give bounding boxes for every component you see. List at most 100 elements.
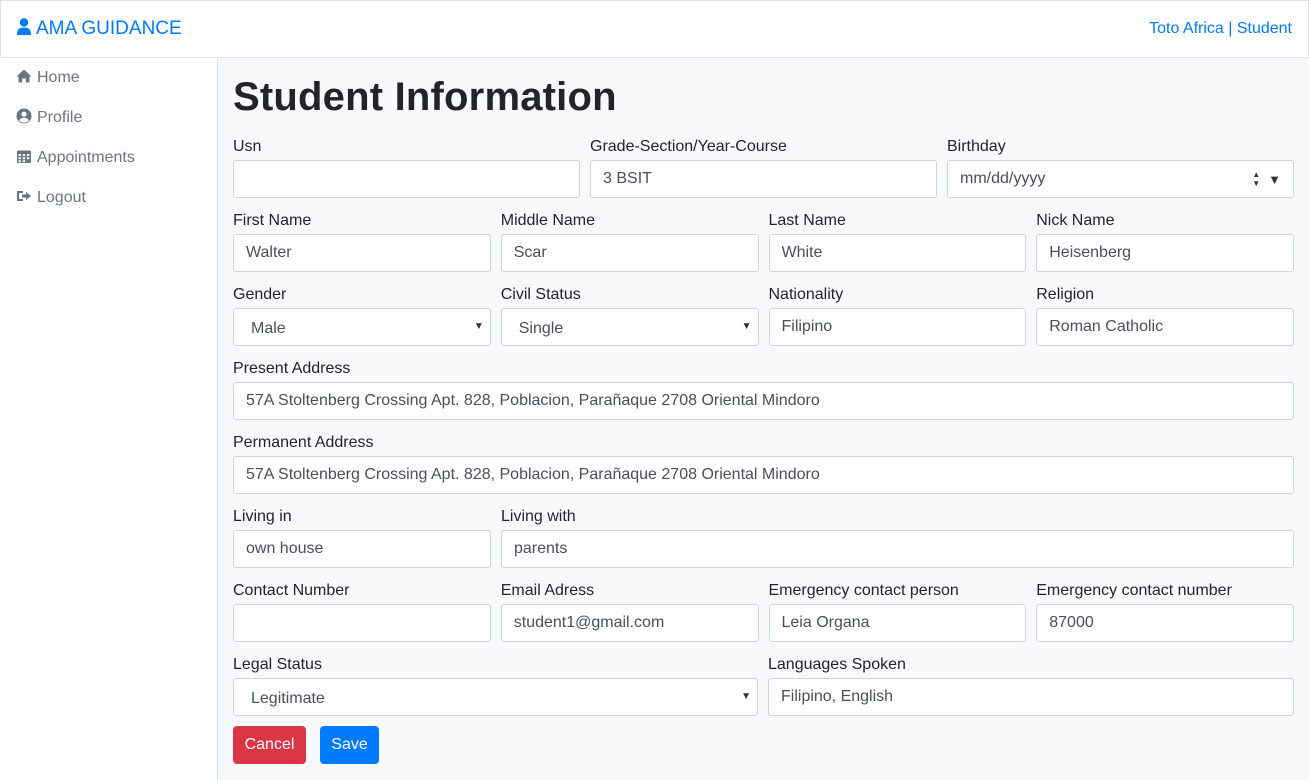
birthday-group: Birthday mm/dd/yyyy ▲ ▼ ▼ <box>947 134 1294 198</box>
middle-name-label: Middle Name <box>500 212 596 229</box>
nick-name-input[interactable] <box>1036 234 1294 272</box>
top-navbar: AMA GUIDANCE Toto Africa | Student <box>0 0 1309 58</box>
chevron-down-icon: ▼ <box>741 321 752 332</box>
email-label: Email Adress <box>500 582 595 599</box>
birthday-date-input[interactable]: mm/dd/yyyy ▲ ▼ ▼ <box>947 160 1294 198</box>
present-address-label: Present Address <box>233 360 351 377</box>
nationality-group: Nationality <box>768 282 1027 346</box>
brand-label: AMA GUIDANCE <box>36 18 182 39</box>
nationality-label: Nationality <box>768 286 844 303</box>
page-title: Student Information <box>233 75 617 119</box>
sidebar-item-home[interactable]: Home <box>0 58 217 98</box>
email-group: Email Adress <box>500 578 759 642</box>
legal-status-label: Legal Status <box>233 656 322 673</box>
date-controls: ▲ ▼ ▼ <box>1252 170 1281 188</box>
nationality-input[interactable] <box>768 308 1027 346</box>
emergency-number-input[interactable] <box>1036 604 1294 642</box>
chevron-down-icon[interactable]: ▼ <box>1268 172 1281 187</box>
form-row: Permanent Address <box>233 430 1294 494</box>
chevron-down-icon: ▼ <box>741 691 751 702</box>
first-name-input[interactable] <box>233 234 491 272</box>
main-content: Student Information Usn Grade-Section/Ye… <box>218 58 1309 780</box>
civil-status-value: Single <box>518 320 564 337</box>
save-button[interactable]: Save <box>320 726 379 764</box>
chevron-down-icon: ▼ <box>473 321 484 332</box>
sidebar: Home Profile Appointments Logout <box>0 58 218 780</box>
living-with-input[interactable] <box>501 530 1294 568</box>
last-name-group: Last Name <box>768 208 1027 272</box>
home-icon <box>16 68 37 89</box>
usn-group: Usn <box>233 134 580 198</box>
grade-label: Grade-Section/Year-Course <box>590 138 787 155</box>
religion-label: Religion <box>1036 286 1095 303</box>
sidebar-item-appointments[interactable]: Appointments <box>0 138 217 178</box>
sidebar-item-label: Appointments <box>37 149 135 166</box>
permanent-address-label: Permanent Address <box>233 434 374 451</box>
emergency-person-input[interactable] <box>768 604 1027 642</box>
first-name-group: First Name <box>233 208 491 272</box>
last-name-input[interactable] <box>768 234 1027 272</box>
last-name-label: Last Name <box>768 212 846 229</box>
form-row: Present Address <box>233 356 1294 420</box>
form-row: First Name Middle Name Last Name Nick Na… <box>233 208 1294 272</box>
form-row: Living in Living with <box>233 504 1294 568</box>
middle-name-group: Middle Name <box>500 208 759 272</box>
form-row: Legal Status Legitimate ▼ Languages Spok… <box>233 652 1294 716</box>
civil-status-group: Civil Status Single ▼ <box>500 282 759 346</box>
emergency-number-group: Emergency contact number <box>1036 578 1294 642</box>
present-address-input[interactable] <box>233 382 1294 420</box>
living-with-label: Living with <box>501 508 576 525</box>
contact-number-input[interactable] <box>233 604 491 642</box>
usn-label: Usn <box>233 138 262 155</box>
date-spinner-icon[interactable]: ▲ ▼ <box>1252 170 1260 188</box>
legal-status-select[interactable]: Legitimate ▼ <box>233 678 758 716</box>
calendar-icon <box>16 148 37 169</box>
user-icon <box>17 17 36 41</box>
contact-number-group: Contact Number <box>233 578 491 642</box>
civil-status-label: Civil Status <box>500 286 581 303</box>
civil-status-select[interactable]: Single ▼ <box>500 308 759 346</box>
middle-name-input[interactable] <box>500 234 759 272</box>
religion-group: Religion <box>1036 282 1294 346</box>
cancel-button[interactable]: Cancel <box>233 726 306 764</box>
legal-status-group: Legal Status Legitimate ▼ <box>233 652 758 716</box>
nick-name-group: Nick Name <box>1036 208 1294 272</box>
email-input[interactable] <box>500 604 759 642</box>
sidebar-item-logout[interactable]: Logout <box>0 178 217 218</box>
gender-label: Gender <box>233 286 287 303</box>
brand-link[interactable]: AMA GUIDANCE <box>17 17 182 41</box>
user-circle-icon <box>16 108 37 129</box>
living-in-label: Living in <box>233 508 292 525</box>
form-row: Usn Grade-Section/Year-Course Birthday m… <box>233 134 1294 198</box>
emergency-person-group: Emergency contact person <box>768 578 1027 642</box>
sign-out-icon <box>16 188 37 209</box>
languages-group: Languages Spoken <box>768 652 1294 716</box>
languages-label: Languages Spoken <box>768 656 906 673</box>
usn-input[interactable] <box>233 160 580 198</box>
living-in-input[interactable] <box>233 530 491 568</box>
form-row: Gender Male ▼ Civil Status Single ▼ Nati… <box>233 282 1294 346</box>
gender-select[interactable]: Male ▼ <box>233 308 491 346</box>
sidebar-item-label: Logout <box>37 189 86 206</box>
sidebar-item-label: Home <box>37 69 80 86</box>
emergency-number-label: Emergency contact number <box>1036 582 1232 599</box>
current-user-link[interactable]: Toto Africa | Student <box>1149 20 1292 38</box>
languages-input[interactable] <box>768 678 1294 716</box>
grade-input[interactable] <box>590 160 937 198</box>
grade-group: Grade-Section/Year-Course <box>590 134 937 198</box>
permanent-address-input[interactable] <box>233 456 1294 494</box>
living-with-group: Living with <box>501 504 1294 568</box>
form-actions: Cancel Save <box>233 726 1294 764</box>
present-address-group: Present Address <box>233 356 1294 420</box>
form-row: Contact Number Email Adress Emergency co… <box>233 578 1294 642</box>
contact-number-label: Contact Number <box>233 582 350 599</box>
living-in-group: Living in <box>233 504 491 568</box>
religion-input[interactable] <box>1036 308 1294 346</box>
permanent-address-group: Permanent Address <box>233 430 1294 494</box>
first-name-label: First Name <box>233 212 312 229</box>
birthday-placeholder: mm/dd/yyyy <box>960 170 1046 187</box>
sidebar-item-label: Profile <box>37 109 83 126</box>
gender-value: Male <box>251 320 286 337</box>
sidebar-item-profile[interactable]: Profile <box>0 98 217 138</box>
emergency-person-label: Emergency contact person <box>768 582 959 599</box>
